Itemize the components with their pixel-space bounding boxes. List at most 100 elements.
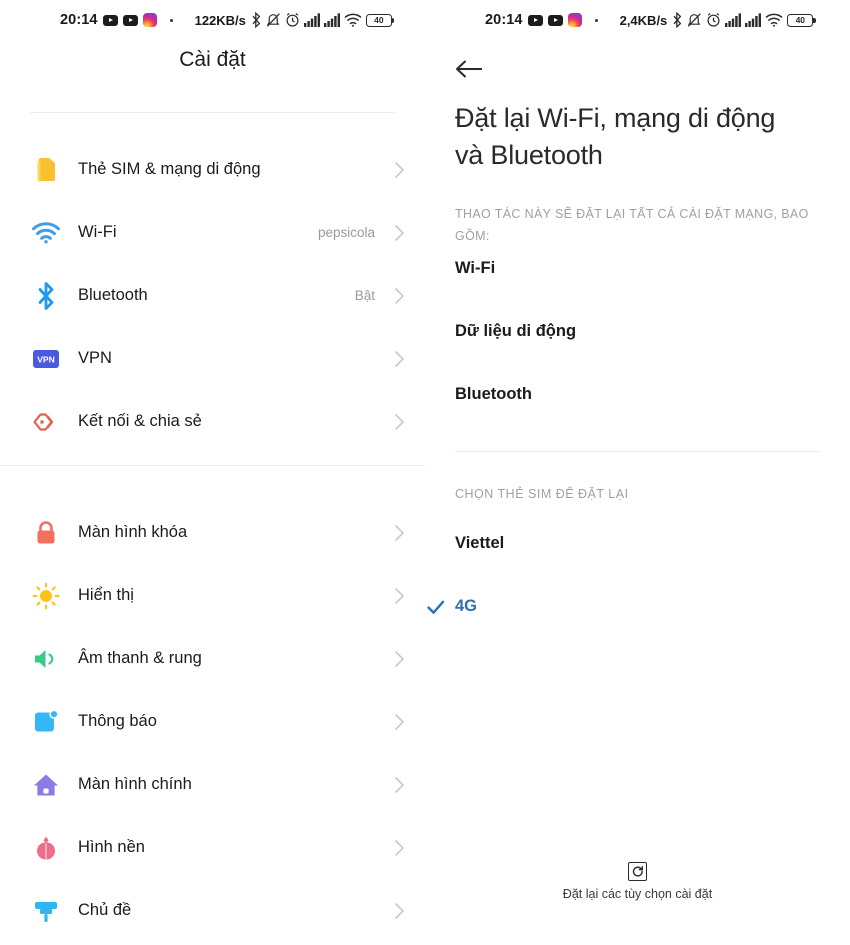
sidebar-item-label: Bluetooth xyxy=(78,286,148,304)
reset-page-subtitle: THAO TÁC NÀY SẼ ĐẶT LẠI TẤT CẢ CÀI ĐẶT M… xyxy=(455,207,809,243)
vpn-icon: VPN xyxy=(22,349,70,369)
signal-icon xyxy=(303,13,320,27)
reset-list-item: Wi-Fi xyxy=(455,259,496,277)
checkmark-icon xyxy=(426,598,446,616)
sidebar-item-themes[interactable]: Chủ đề xyxy=(0,879,425,942)
signal-icon xyxy=(323,13,340,27)
sidebar-item-value: Bật xyxy=(354,288,375,303)
brush-icon xyxy=(22,897,70,925)
reset-settings-label: Đặt lại các tùy chọn cài đặt xyxy=(562,887,713,901)
wifi-icon xyxy=(344,13,362,27)
reset-list-item: Dữ liệu di động xyxy=(455,322,577,340)
settings-panel: 20:14 122KB/s 40 Cài đặt Thẻ SIM & mạng … xyxy=(0,0,425,945)
back-arrow-icon xyxy=(456,60,482,78)
notification-icon xyxy=(22,709,70,735)
sidebar-item-display[interactable]: Hiển thị xyxy=(0,564,425,627)
youtube-icon xyxy=(102,14,118,26)
status-bar-left: 20:14 122KB/s 40 xyxy=(0,0,425,40)
status-bar-left-group: 20:14 xyxy=(485,12,598,28)
sidebar-item-value: pepsicola xyxy=(317,225,375,240)
signal-icon xyxy=(725,13,742,27)
sidebar-item-homescreen[interactable]: Màn hình chính xyxy=(0,753,425,816)
battery-level: 40 xyxy=(795,14,806,25)
group-divider xyxy=(0,465,425,466)
sim-section-header: CHỌN THẺ SIM ĐỂ ĐẶT LẠI xyxy=(455,487,629,501)
sidebar-item-label: Hiển thị xyxy=(78,586,134,604)
sidebar-item-lockscreen[interactable]: Màn hình khóa xyxy=(0,501,425,564)
sidebar-item-sim[interactable]: Thẻ SIM & mạng di động xyxy=(0,138,425,201)
status-time: 20:14 xyxy=(485,12,523,28)
sidebar-item-label: VPN xyxy=(78,349,112,367)
sidebar-item-wallpaper[interactable]: Hình nền xyxy=(0,816,425,879)
battery-icon: 40 xyxy=(787,13,816,27)
chevron-right-icon xyxy=(389,350,409,368)
bluetooth-icon xyxy=(673,12,682,28)
reset-page-title: Đặt lại Wi-Fi, mạng di động và Bluetooth xyxy=(455,103,776,170)
sidebar-item-label: Màn hình chính xyxy=(78,775,192,793)
chevron-right-icon xyxy=(389,587,409,605)
more-notifications-dot-icon xyxy=(169,18,173,22)
bluetooth-icon xyxy=(22,281,70,311)
sim-selected-option[interactable]: 4G xyxy=(455,597,477,616)
chevron-right-icon xyxy=(389,287,409,305)
youtube-icon xyxy=(527,14,543,26)
chevron-right-icon xyxy=(389,902,409,920)
reset-list-item: Bluetooth xyxy=(455,385,532,403)
chevron-right-icon xyxy=(389,713,409,731)
sidebar-item-sound[interactable]: Âm thanh & rung xyxy=(0,627,425,690)
instagram-icon xyxy=(567,13,582,27)
status-bar-right-group: 122KB/s 40 xyxy=(194,12,395,28)
alarm-icon xyxy=(707,13,720,27)
more-notifications-dot-icon xyxy=(594,18,598,22)
header-divider xyxy=(30,112,395,113)
battery-level: 40 xyxy=(374,14,384,25)
status-bar-right-group: 2,4KB/s 40 xyxy=(619,12,816,28)
dual-panel-screenshot: 20:14 122KB/s 40 Cài đặt Thẻ SIM & mạng … xyxy=(0,0,850,945)
back-button[interactable] xyxy=(455,52,495,86)
volume-icon xyxy=(22,646,70,672)
network-speed-label: 122KB/s xyxy=(194,12,246,28)
sidebar-item-label: Thẻ SIM & mạng di động xyxy=(78,160,261,178)
section-divider xyxy=(455,451,820,452)
reset-settings-button[interactable]: Đặt lại các tùy chọn cài đặt xyxy=(425,862,850,902)
chevron-right-icon xyxy=(389,161,409,179)
youtube-icon xyxy=(122,14,138,26)
alarm-icon xyxy=(286,13,299,27)
status-time: 20:14 xyxy=(60,12,98,28)
sidebar-item-label: Thông báo xyxy=(78,712,157,730)
status-bar-right: 20:14 2,4KB/s 40 xyxy=(425,0,850,40)
chevron-right-icon xyxy=(389,839,409,857)
mute-icon xyxy=(266,13,280,27)
sidebar-item-wifi[interactable]: Wi-Fi pepsicola xyxy=(0,201,425,264)
status-bar-left-group: 20:14 xyxy=(60,12,173,28)
sidebar-item-bluetooth[interactable]: Bluetooth Bật xyxy=(0,264,425,327)
sidebar-item-connection-sharing[interactable]: Kết nối & chia sẻ xyxy=(0,390,425,453)
sidebar-item-label: Hình nền xyxy=(78,838,145,856)
sidebar-item-label: Chủ đề xyxy=(78,901,132,919)
sidebar-item-label: Âm thanh & rung xyxy=(78,649,202,667)
sidebar-item-label: Wi-Fi xyxy=(78,223,117,241)
chevron-right-icon xyxy=(389,413,409,431)
sidebar-item-vpn[interactable]: VPN VPN xyxy=(0,327,425,390)
instagram-icon xyxy=(142,13,157,27)
chevron-right-icon xyxy=(389,776,409,794)
share-icon xyxy=(22,408,70,436)
wifi-icon xyxy=(22,221,70,244)
reset-icon xyxy=(628,862,647,881)
lock-icon xyxy=(22,519,70,547)
mute-icon xyxy=(688,13,702,27)
svg-text:VPN: VPN xyxy=(37,354,54,364)
battery-icon: 40 xyxy=(365,13,395,27)
chevron-right-icon xyxy=(389,524,409,542)
network-speed-label: 2,4KB/s xyxy=(619,12,668,28)
home-icon xyxy=(22,772,70,798)
signal-icon xyxy=(745,13,762,27)
sim-card-icon xyxy=(22,156,70,184)
sidebar-item-notifications[interactable]: Thông báo xyxy=(0,690,425,753)
wifi-icon xyxy=(765,13,783,27)
sidebar-item-label: Màn hình khóa xyxy=(78,523,188,541)
page-title: Cài đặt xyxy=(179,48,246,71)
chevron-right-icon xyxy=(389,650,409,668)
bluetooth-icon xyxy=(252,12,261,28)
youtube-icon xyxy=(547,14,563,26)
